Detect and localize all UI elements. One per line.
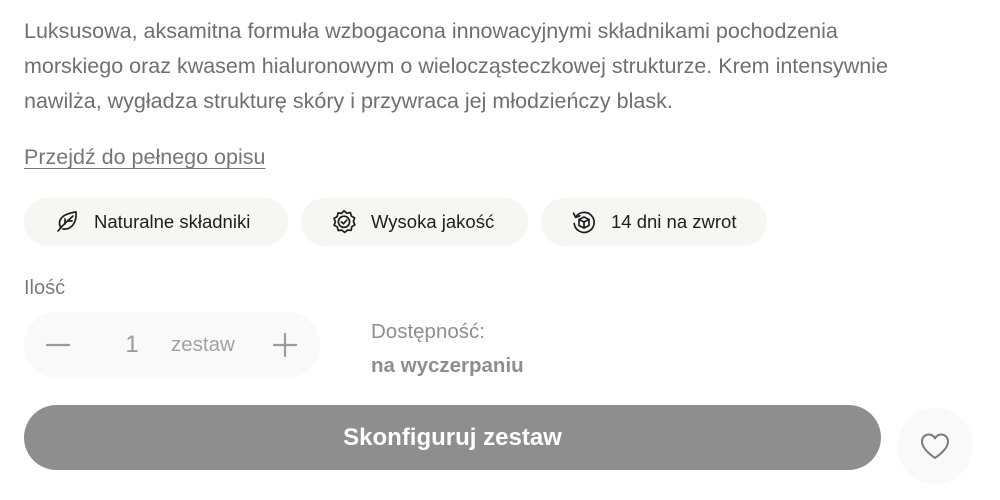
feature-label: 14 dni na zwrot bbox=[611, 211, 737, 232]
description-line: nawilża, wygładza strukturę skóry i przy… bbox=[24, 89, 673, 113]
quality-badge-icon bbox=[331, 209, 357, 235]
full-description-link[interactable]: Przejdź do pełnego opisu bbox=[24, 142, 265, 172]
feature-label: Naturalne składniki bbox=[94, 211, 251, 232]
product-description: Luksusowa, aksamitna formuła wzbogacona … bbox=[24, 14, 984, 119]
feature-label: Wysoka jakość bbox=[371, 211, 495, 232]
return-box-icon bbox=[571, 209, 597, 235]
description-line: Luksusowa, aksamitna formuła wzbogacona … bbox=[24, 19, 838, 43]
quantity-label: Ilość bbox=[24, 277, 66, 299]
feature-chip-return-policy: 14 dni na zwrot bbox=[541, 198, 767, 246]
description-line: morskiego oraz kwasem hialuronowym o wie… bbox=[24, 54, 888, 78]
configure-set-button[interactable]: Skonfiguruj zestaw bbox=[24, 405, 881, 470]
heart-icon bbox=[919, 431, 951, 461]
plus-icon[interactable] bbox=[272, 332, 298, 358]
availability-status: na wyczerpaniu bbox=[371, 354, 524, 377]
quantity-value[interactable]: 1 bbox=[120, 330, 144, 360]
quantity-unit: zestaw bbox=[171, 333, 235, 356]
quantity-stepper: 1 zestaw bbox=[24, 312, 320, 378]
minus-icon[interactable] bbox=[45, 333, 71, 357]
feature-chip-natural-ingredients: Naturalne składniki bbox=[24, 198, 288, 246]
leaf-icon bbox=[54, 209, 80, 235]
wishlist-button[interactable] bbox=[897, 408, 973, 484]
feature-chip-high-quality: Wysoka jakość bbox=[301, 198, 528, 246]
availability-label: Dostępność: bbox=[371, 320, 485, 343]
